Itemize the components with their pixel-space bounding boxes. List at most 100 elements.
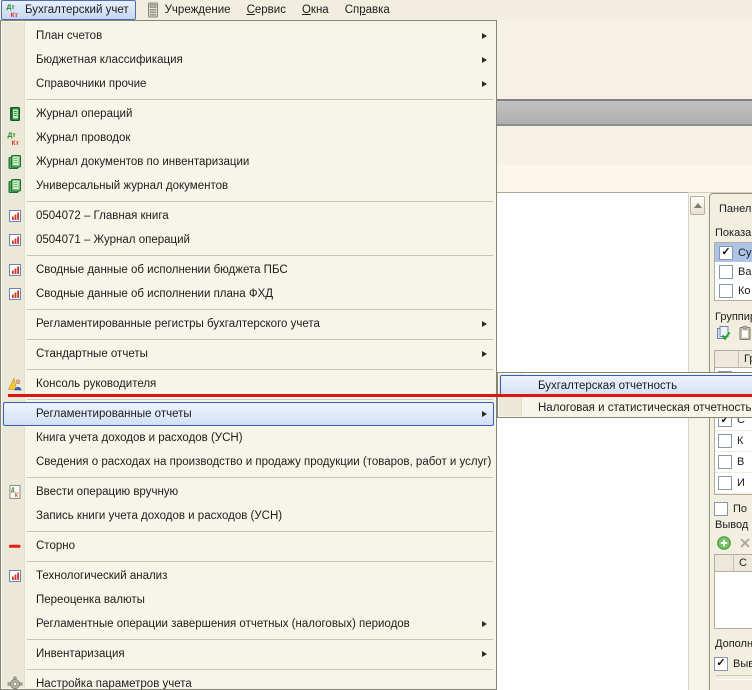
row-column — [715, 555, 734, 571]
menu-item-label: Журнал операций — [36, 108, 132, 120]
settings-panel: Панел Показа СуВаКо Группир Гр СКВИ — [709, 193, 752, 690]
up-arrow-icon — [694, 203, 702, 208]
menu-item[interactable]: Книга учета доходов и расходов (УСН) — [3, 426, 494, 450]
submenu-item-label: Налоговая и статистическая отчетность — [538, 402, 752, 414]
menu-item[interactable]: Инвентаризация — [3, 642, 494, 666]
menu-item-label: Журнал документов по инвентаризации — [36, 156, 249, 168]
menu-item-label: Стандартные отчеты — [36, 348, 148, 360]
menubar-item-Бухгалтерский учет[interactable]: ДтКтБухгалтерский учет — [1, 0, 136, 20]
po-checkbox[interactable] — [714, 502, 728, 516]
menu-item[interactable]: Бюджетная классификация — [3, 48, 494, 72]
svg-text:Дт: Дт — [7, 132, 16, 139]
menubar-item-Сервис[interactable]: Сервис — [240, 1, 293, 19]
add-button[interactable] — [716, 535, 732, 551]
additional-checkbox-row[interactable]: Выв — [710, 654, 752, 673]
menu-item[interactable]: Консоль руководителя — [3, 372, 494, 396]
menu-item[interactable]: ДКВвести операцию вручную — [3, 480, 494, 504]
section-grouping: Группир — [710, 311, 752, 323]
menu-item[interactable]: ДтКтЖурнал проводок — [3, 126, 494, 150]
scroll-up-button[interactable] — [690, 196, 705, 215]
menubar-item-Справка[interactable]: Справка — [338, 1, 397, 19]
menu-item[interactable]: 0504072 – Главная книга — [3, 204, 494, 228]
section-grouping-label: Группир — [715, 311, 752, 323]
menu-item[interactable]: Журнал документов по инвентаризации — [3, 150, 494, 174]
menubar: ДтКтБухгалтерский учетУчреждение Сервис Ок… — [0, 0, 752, 20]
content-area — [497, 192, 688, 690]
menu-item[interactable]: Регламентированные отчеты — [3, 402, 494, 426]
indicator-row[interactable]: Ва — [715, 262, 752, 281]
menu-item[interactable]: Универсальный журнал документов — [3, 174, 494, 198]
dtkt-icon: ДтКт — [4, 130, 25, 146]
menubar-item-label: Бухгалтерский учет — [25, 4, 129, 16]
grouping-checkbox[interactable] — [718, 455, 732, 469]
calculator-icon — [145, 2, 162, 18]
po-checkbox-row[interactable]: По — [710, 499, 752, 518]
menu-item[interactable]: Справочники прочие — [3, 72, 494, 96]
menu-item-label: Технологический анализ — [36, 570, 167, 582]
section-output-label: Вывод — [715, 519, 748, 531]
clipboard-icon[interactable] — [737, 325, 752, 341]
toolbar-strip — [497, 165, 752, 193]
output-table: С — [714, 554, 752, 629]
indicator-label: Ва — [738, 266, 751, 278]
delete-icon[interactable] — [737, 535, 752, 551]
grouping-table-header: Гр — [715, 351, 752, 368]
grouping-column-label: Гр — [739, 353, 752, 365]
accounting-menu: План счетов Бюджетная классификация Справо… — [0, 20, 497, 690]
menubar-item-label: Сервис — [247, 4, 286, 16]
grouping-row[interactable]: В — [715, 452, 752, 473]
app-window: ДтКтБухгалтерский учетУчреждениеСервисОк… — [0, 0, 752, 690]
grouping-checkbox[interactable] — [718, 476, 732, 490]
menu-item-label: Сводные данные об исполнении бюджета ПБС — [36, 264, 288, 276]
menu-item[interactable]: Переоценка валюты — [3, 588, 494, 612]
menu-item[interactable]: Сторно — [3, 534, 494, 558]
indicator-row[interactable]: Ко — [715, 281, 752, 300]
menu-item[interactable]: 0504071 – Журнал операций — [3, 228, 494, 252]
menu-item[interactable]: План счетов — [3, 24, 494, 48]
annotation-underline — [8, 394, 752, 397]
grouping-row[interactable]: К — [715, 431, 752, 452]
grouping-toolbar — [710, 325, 752, 341]
indicator-row[interactable]: Су — [715, 243, 752, 262]
indicator-checkbox[interactable] — [719, 246, 733, 260]
menu-item-label: Бюджетная классификация — [36, 54, 183, 66]
menu-item-label: Консоль руководителя — [36, 378, 156, 390]
vertical-scrollbar[interactable] — [688, 194, 706, 690]
menu-item-label: Регламентные операции завершения отчетны… — [36, 618, 410, 630]
indicator-checkbox[interactable] — [719, 265, 733, 279]
menu-item[interactable]: Стандартные отчеты — [3, 342, 494, 366]
submenu-item[interactable]: Налоговая и статистическая отчетность — [500, 397, 752, 419]
grouping-label: К — [737, 435, 743, 447]
menu-item[interactable]: Настройка параметров учета — [3, 672, 494, 690]
section-indicators: Показа — [710, 227, 752, 239]
menubar-item-Учреждение[interactable]: Учреждение — [138, 1, 238, 19]
menu-item[interactable]: Сведения о расходах на производство и пр… — [3, 450, 494, 474]
submenu-item-label: Бухгалтерская отчетность — [538, 380, 677, 392]
check-all-icon[interactable] — [716, 325, 732, 341]
submenu-arrow-icon — [482, 321, 487, 327]
menu-item[interactable]: Сводные данные об исполнении плана ФХД — [3, 282, 494, 306]
panel-slider[interactable] — [716, 675, 752, 680]
journal-icon — [4, 106, 25, 122]
report-icon — [4, 568, 25, 584]
grouping-checkbox[interactable] — [718, 434, 732, 448]
output-table-header: С — [715, 555, 752, 572]
indicator-checkbox[interactable] — [719, 284, 733, 298]
submenu-arrow-icon — [482, 621, 487, 627]
menu-item[interactable]: Регламентированные регистры бухгалтерско… — [3, 312, 494, 336]
additional-checkbox[interactable] — [714, 657, 728, 671]
menu-item-label: Регламентированные регистры бухгалтерско… — [36, 318, 320, 330]
menu-item[interactable]: Технологический анализ — [3, 564, 494, 588]
menu-item-label: План счетов — [36, 30, 102, 42]
workspace-background: Панел Показа СуВаКо Группир Гр СКВИ — [497, 20, 752, 690]
menu-item[interactable]: Журнал операций — [3, 102, 494, 126]
submenu-arrow-icon — [482, 411, 487, 417]
menubar-item-Окна[interactable]: Окна — [295, 1, 336, 19]
menu-item[interactable]: Запись книги учета доходов и расходов (У… — [3, 504, 494, 528]
svg-text:Кт: Кт — [11, 140, 19, 146]
indicators-box: Су Ва Ко — [714, 242, 752, 301]
additional-checkbox-label: Выв — [733, 658, 752, 670]
grouping-row[interactable]: И — [715, 473, 752, 494]
menu-item[interactable]: Регламентные операции завершения отчетны… — [3, 612, 494, 636]
menu-item[interactable]: Сводные данные об исполнении бюджета ПБС — [3, 258, 494, 282]
